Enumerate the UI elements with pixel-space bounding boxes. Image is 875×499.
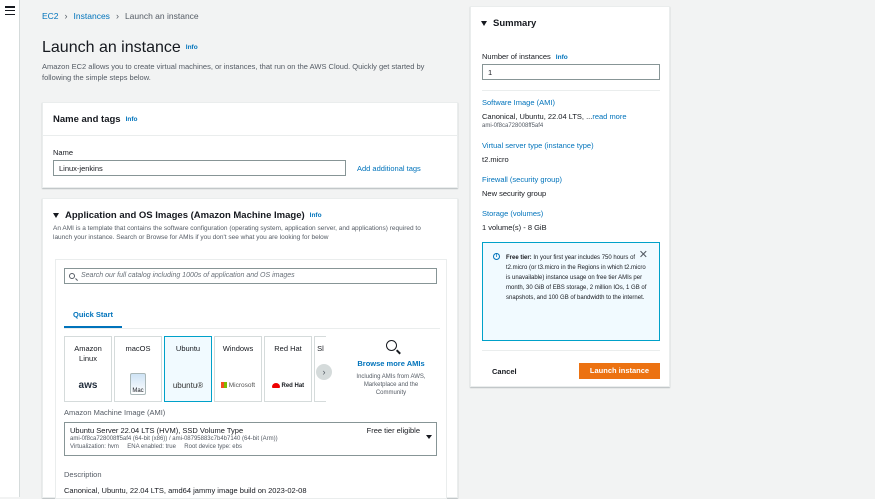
breadcrumb-instances[interactable]: Instances (74, 11, 110, 21)
name-and-tags-panel: Name and tags Info Name Linux-jenkins Add… (42, 102, 458, 188)
number-of-instances-label: Number of instances Info (482, 52, 568, 61)
number-of-instances-input[interactable]: 1 (482, 64, 660, 80)
aws-logo-icon: aws (78, 380, 98, 391)
summary-panel: Summary Number of instances Info 1 Softwa… (470, 6, 670, 387)
os-tile-label: macOS (125, 344, 151, 353)
ami-search-placeholder: Search our full catalog including 1000s … (81, 272, 295, 279)
summary-header: Summary (471, 7, 669, 39)
ami-select-details: Virtualization: hvm ENA enabled: true Ro… (70, 444, 242, 450)
firewall-value: New security group (482, 189, 547, 198)
os-tile-label: Amazon Linux (74, 344, 102, 363)
virtual-server-type-value: t2.micro (482, 155, 509, 164)
breadcrumb-current: Launch an instance (124, 11, 199, 21)
storage-value: 1 volume(s) - 8 GiB (482, 223, 547, 232)
description-value: Canonical, Ubuntu, 22.04 LTS, amd64 jamm… (64, 486, 307, 495)
ami-select-ids: ami-0f8ca728008ff5af4 (64-bit (x86)) / a… (70, 436, 278, 442)
number-of-instances-label-text: Number of instances (482, 52, 551, 61)
microsoft-logo-text: Microsoft (228, 382, 256, 389)
os-tile-amazon-linux[interactable]: Amazon Linux aws (64, 336, 112, 402)
ami-select-dropdown[interactable]: Ubuntu Server 22.04 LTS (HVM), SSD Volum… (64, 422, 437, 456)
chevron-right-icon[interactable]: › (316, 364, 332, 380)
free-tier-text: In your first year includes 750 hours of… (506, 255, 647, 301)
instances-info-link[interactable]: Info (556, 54, 568, 61)
name-input[interactable]: Linux-jenkins (53, 160, 346, 176)
os-tile-label: Windows (222, 344, 254, 353)
os-tile-red-hat[interactable]: Red Hat Red Hat (264, 336, 312, 402)
name-and-tags-title: Name and tags (53, 114, 121, 125)
browse-more-amis-desc: Including AMIs from AWS, Marketplace and… (356, 374, 426, 396)
add-additional-tags-link[interactable]: Add additional tags (357, 164, 421, 173)
search-icon (69, 273, 75, 279)
ami-title: Application and OS Images (Amazon Machin… (53, 210, 447, 221)
ami-select-label: Amazon Machine Image (AMI) (64, 408, 166, 417)
ami-info-link[interactable]: Info (310, 212, 322, 219)
microsoft-squares-icon (220, 382, 227, 389)
menu-icon[interactable] (5, 6, 15, 15)
os-tile-label: Red Hat (274, 344, 302, 353)
cancel-button[interactable]: Cancel (482, 364, 527, 379)
red-hat-logo-icon: Red Hat (265, 381, 311, 391)
chevron-right-icon: › (115, 11, 119, 21)
page-description: Amazon EC2 allows you to create virtual … (42, 62, 425, 82)
caret-down-icon (426, 435, 432, 439)
ami-panel: Application and OS Images (Amazon Machin… (42, 198, 458, 499)
ami-selector-box: Search our full catalog including 1000s … (55, 259, 447, 499)
software-image-link[interactable]: Software Image (AMI) (482, 98, 555, 107)
software-image-value: Canonical, Ubuntu, 22.04 LTS, ...read mo… (482, 112, 627, 121)
name-and-tags-header: Name and tags Info (43, 103, 457, 136)
ubuntu-logo-icon: ubuntu® (172, 381, 204, 390)
page-info-link[interactable]: Info (186, 44, 198, 51)
red-hat-shape-icon (271, 382, 280, 388)
os-tile-macos[interactable]: macOS Mac (114, 336, 162, 402)
tab-divider (64, 328, 440, 329)
os-tile-ubuntu[interactable]: Ubuntu ubuntu® (164, 336, 212, 402)
free-tier-alert: i ✕ Free tier: In your first year includ… (482, 242, 660, 341)
os-tile-windows[interactable]: Windows Microsoft (214, 336, 262, 402)
close-icon[interactable]: ✕ (639, 250, 648, 261)
chevron-right-icon: › (64, 11, 68, 21)
breadcrumb-ec2[interactable]: EC2 (42, 11, 59, 21)
summary-title: Summary (493, 17, 537, 29)
free-tier-title: Free tier: (506, 255, 532, 261)
ami-search-input[interactable]: Search our full catalog including 1000s … (64, 268, 437, 284)
tab-quick-start[interactable]: Quick Start (64, 302, 122, 328)
breadcrumb: EC2 › Instances › Launch an instance (42, 11, 199, 21)
left-nav-rail (0, 0, 20, 497)
mac-logo-text: Mac (130, 373, 146, 395)
info-icon: i (493, 253, 500, 260)
browse-more-amis-link[interactable]: Browse more AMIs (351, 359, 431, 368)
divider (482, 350, 660, 351)
storage-link[interactable]: Storage (volumes) (482, 209, 543, 218)
description-label: Description (64, 470, 102, 479)
ami-description: An AMI is a template that contains the s… (53, 225, 421, 241)
page-title: Launch an instance Info (42, 39, 198, 57)
caret-down-icon[interactable] (53, 213, 59, 218)
name-label: Name (53, 148, 74, 157)
search-icon (385, 340, 397, 351)
caret-down-icon[interactable] (481, 20, 487, 26)
read-more-link[interactable]: read more (592, 112, 626, 121)
page-title-text: Launch an instance (42, 39, 181, 56)
virtual-server-type-link[interactable]: Virtual server type (instance type) (482, 141, 594, 150)
launch-instance-button[interactable]: Launch instance (579, 363, 660, 379)
software-image-text: Canonical, Ubuntu, 22.04 LTS, ... (482, 112, 593, 121)
free-tier-eligible-badge: Free tier eligible (366, 426, 420, 435)
ami-title-text: Application and OS Images (Amazon Machin… (65, 210, 305, 221)
os-tile-label: Ubuntu (175, 344, 201, 353)
red-hat-logo-text: Red Hat (281, 383, 305, 389)
divider (482, 90, 660, 91)
browse-more-amis[interactable]: Browse more AMIs Including AMIs from AWS… (351, 340, 431, 397)
os-tile-label: Sl (317, 344, 324, 353)
microsoft-logo-icon: Microsoft (215, 381, 261, 391)
name-tags-info-link[interactable]: Info (126, 116, 138, 123)
mac-logo-icon: Mac (115, 373, 161, 395)
firewall-link[interactable]: Firewall (security group) (482, 175, 562, 184)
software-image-id: ami-0f8ca728008ff5af4 (482, 123, 544, 129)
